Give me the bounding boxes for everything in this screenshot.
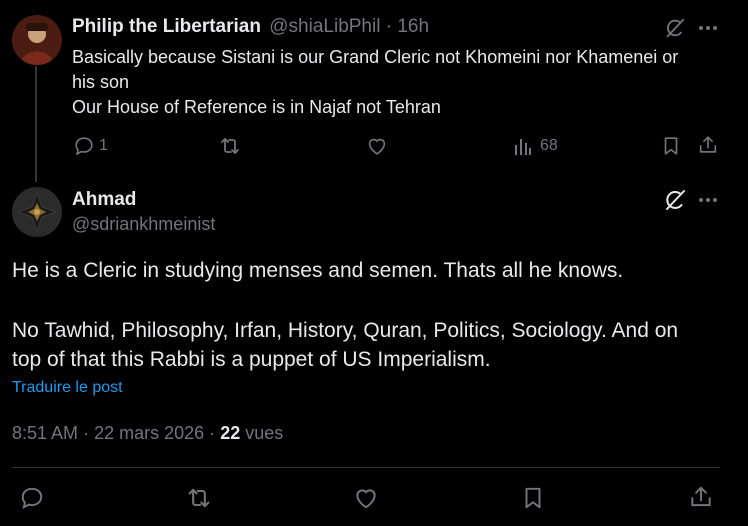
views-label: vues [245, 423, 284, 443]
reply-display-name[interactable]: Philip the Libertarian [72, 16, 261, 37]
grok-icon[interactable] [664, 17, 686, 39]
main-tweet-body: He is a Cleric in studying menses and se… [12, 256, 737, 374]
bookmark-icon[interactable] [660, 135, 682, 157]
tweet-time[interactable]: 8:51 AM [12, 423, 78, 443]
avatar-philip[interactable] [12, 15, 62, 65]
meta-separator: · [209, 423, 216, 443]
reply-header: Philip the Libertarian @shiaLibPhil · 16… [72, 16, 429, 38]
divider [12, 467, 720, 468]
reply-separator: · [385, 16, 393, 37]
more-icon[interactable] [697, 190, 719, 210]
main-paragraph-2-line: top of that this Rabbi is a puppet of US… [12, 348, 491, 371]
retweet-icon[interactable] [185, 484, 213, 512]
main-paragraph-1: He is a Cleric in studying menses and se… [12, 259, 624, 282]
share-icon[interactable] [688, 484, 714, 510]
reply-line: Basically because Sistani is our Grand C… [72, 47, 679, 67]
reply-handle[interactable]: @shiaLibPhil [269, 16, 380, 37]
tweet-metadata: 8:51 AM · 22 mars 2026 · 22 vues [12, 423, 283, 444]
retweet-icon[interactable] [218, 134, 242, 158]
like-icon[interactable] [353, 485, 379, 511]
bookmark-icon[interactable] [520, 485, 546, 511]
thread-connector-line [35, 66, 37, 182]
reply-count[interactable]: 1 [99, 137, 108, 155]
reply-icon[interactable] [73, 135, 95, 157]
grok-icon[interactable] [663, 188, 687, 212]
like-icon[interactable] [366, 135, 388, 157]
meta-separator: · [83, 423, 90, 443]
main-display-name[interactable]: Ahmad [72, 189, 136, 211]
reply-text: Basically because Sistani is our Grand C… [72, 45, 732, 120]
main-paragraph-2-line: No Tawhid, Philosophy, Irfan, History, Q… [12, 319, 679, 342]
more-icon[interactable] [697, 18, 719, 38]
main-handle[interactable]: @sdriankhmeinist [72, 214, 215, 235]
avatar-ahmad[interactable] [12, 187, 62, 237]
reply-icon[interactable] [19, 485, 45, 511]
views-count-main[interactable]: 22 [220, 423, 240, 443]
share-icon[interactable] [697, 134, 719, 156]
reply-time[interactable]: 16h [397, 16, 429, 37]
translate-post-link[interactable]: Traduire le post [12, 379, 123, 397]
tweet-date[interactable]: 22 mars 2026 [94, 423, 204, 443]
views-count[interactable]: 68 [540, 137, 558, 155]
reply-line: Our House of Reference is in Najaf not T… [72, 97, 441, 117]
reply-line: his son [72, 72, 130, 92]
views-icon[interactable] [513, 136, 533, 156]
